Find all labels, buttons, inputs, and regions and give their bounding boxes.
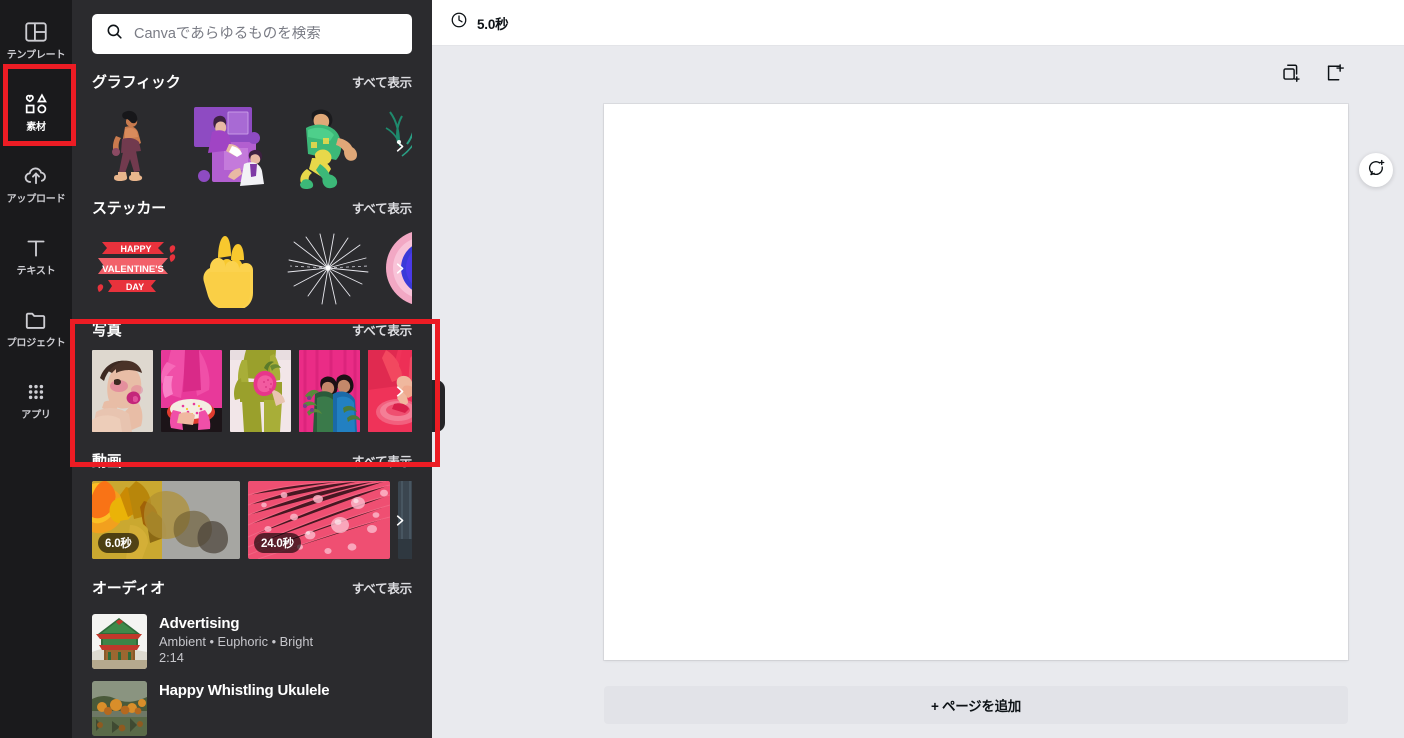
sidebar-item-uploads[interactable]: アップロード	[0, 148, 72, 220]
stickers-row: HAPPY VALENTINE'S DAY	[92, 228, 412, 308]
see-all-audio[interactable]: すべて表示	[352, 578, 412, 597]
photos-next-arrow[interactable]	[386, 350, 412, 432]
audio-title: Advertising	[159, 615, 240, 632]
sidebar-item-elements[interactable]: 素材	[0, 76, 72, 148]
audio-title: Happy Whistling Ukulele	[159, 682, 330, 699]
section-title: グラフィック	[92, 74, 181, 91]
sidebar-item-projects[interactable]: プロジェクト	[0, 292, 72, 364]
see-all-photos[interactable]: すべて表示	[352, 320, 412, 339]
sidebar-item-apps[interactable]: アプリ	[0, 364, 72, 436]
search-input[interactable]	[134, 26, 399, 42]
add-comment-button[interactable]	[1359, 153, 1393, 187]
left-nav-rail: テンプレート 素材 アップロード テキスト プロジェクト アプリ	[0, 0, 72, 738]
sticker-thumb[interactable]	[284, 228, 372, 308]
page-tools	[1280, 62, 1346, 84]
videos-next-arrow[interactable]	[386, 481, 412, 559]
photo-thumb[interactable]	[161, 350, 222, 432]
see-all-videos[interactable]: すべて表示	[352, 451, 412, 470]
audio-list-item[interactable]: Advertising Ambient • Euphoric • Bright …	[92, 608, 412, 673]
photo-thumb[interactable]	[92, 350, 153, 432]
template-icon	[23, 19, 49, 45]
add-page-icon[interactable]	[1324, 62, 1346, 84]
section-graphics: グラフィック すべて表示	[72, 71, 432, 190]
sticker-thumb[interactable]	[188, 228, 276, 308]
photo-thumb[interactable]	[230, 350, 291, 432]
add-comment-icon	[1367, 158, 1386, 182]
sidebar-item-label: アップロード	[6, 194, 66, 205]
sidebar-item-label: テンプレート	[6, 50, 66, 61]
audio-duration: 2:14	[159, 650, 184, 665]
section-header: オーディオ すべて表示	[92, 577, 412, 601]
sidebar-item-templates[interactable]: テンプレート	[0, 4, 72, 76]
search-box[interactable]	[92, 14, 412, 54]
search-icon	[105, 22, 124, 46]
canva-editor-window: テンプレート 素材 アップロード テキスト プロジェクト アプリ Canvaであ…	[0, 0, 1404, 738]
elements-panel: グラフィック すべて表示	[72, 0, 432, 738]
graphic-thumb[interactable]	[92, 102, 180, 190]
section-title: 動画	[92, 453, 122, 470]
clock-icon	[450, 11, 468, 34]
add-page-button[interactable]: + ページを追加	[604, 686, 1348, 724]
section-header: 動画 すべて表示	[92, 450, 412, 474]
audio-list-item[interactable]: Happy Whistling Ukulele	[92, 673, 412, 738]
video-duration-badge: 6.0秒	[98, 533, 139, 553]
elements-icon	[23, 91, 49, 117]
svg-text:VALENTINE'S: VALENTINE'S	[102, 264, 164, 275]
section-title: オーディオ	[92, 580, 165, 597]
add-page-label: + ページを追加	[931, 699, 1021, 714]
video-thumb[interactable]: 24.0秒	[248, 481, 390, 559]
page-duration-label: 5.0秒	[477, 16, 509, 32]
projects-icon	[23, 307, 49, 333]
audio-thumbnail	[92, 681, 147, 736]
design-page-canvas[interactable]	[604, 104, 1348, 660]
photo-thumb[interactable]	[299, 350, 360, 432]
editor-area: 5.0秒 + ページを追加	[432, 0, 1404, 738]
section-header: グラフィック すべて表示	[92, 71, 412, 95]
see-all-stickers[interactable]: すべて表示	[352, 198, 412, 217]
video-duration-badge: 24.0秒	[254, 533, 301, 553]
search-bar-wrapper	[72, 0, 432, 64]
sidebar-item-label: テキスト	[16, 266, 56, 277]
section-stickers: ステッカー すべて表示 HAPPY VALENTINE'S DAY	[72, 197, 432, 308]
panel-scroll-container[interactable]: グラフィック すべて表示	[72, 0, 432, 738]
graphic-thumb[interactable]	[188, 102, 276, 190]
audio-tags: Ambient • Euphoric • Bright	[159, 634, 314, 649]
photos-row	[92, 350, 412, 432]
section-audio: オーディオ すべて表示 Advertising Ambient • Euphor…	[72, 577, 432, 738]
editor-topbar: 5.0秒	[432, 0, 1404, 46]
svg-text:DAY: DAY	[126, 282, 144, 292]
section-title: 写真	[92, 322, 122, 339]
audio-metadata: Happy Whistling Ukulele	[159, 681, 330, 701]
sidebar-item-label: 素材	[26, 122, 46, 133]
sticker-thumb[interactable]: HAPPY VALENTINE'S DAY	[92, 228, 180, 308]
text-icon	[23, 235, 49, 261]
graphics-next-arrow[interactable]	[386, 102, 412, 190]
audio-metadata: Advertising Ambient • Euphoric • Bright …	[159, 614, 313, 665]
video-thumb[interactable]: 6.0秒	[92, 481, 240, 559]
section-header: 写真 すべて表示	[92, 319, 412, 343]
graphic-thumb[interactable]	[284, 102, 372, 190]
section-title: ステッカー	[92, 200, 167, 217]
canvas-area[interactable]: + ページを追加	[432, 46, 1404, 738]
upload-icon	[23, 163, 49, 189]
section-videos: 動画 すべて表示 6.0秒 24.0秒	[72, 450, 432, 559]
apps-icon	[23, 379, 49, 405]
section-header: ステッカー すべて表示	[92, 197, 412, 221]
see-all-graphics[interactable]: すべて表示	[352, 72, 412, 91]
sidebar-item-text[interactable]: テキスト	[0, 220, 72, 292]
panel-collapse-handle[interactable]	[432, 380, 445, 432]
stickers-next-arrow[interactable]	[386, 228, 412, 308]
sidebar-item-label: プロジェクト	[6, 338, 66, 349]
audio-thumbnail	[92, 614, 147, 669]
duplicate-page-icon[interactable]	[1280, 62, 1302, 84]
graphics-row	[92, 102, 412, 190]
sidebar-item-label: アプリ	[21, 410, 51, 421]
section-photos: 写真 すべて表示	[72, 319, 432, 432]
svg-text:HAPPY: HAPPY	[120, 244, 151, 254]
videos-row: 6.0秒 24.0秒	[92, 481, 412, 559]
